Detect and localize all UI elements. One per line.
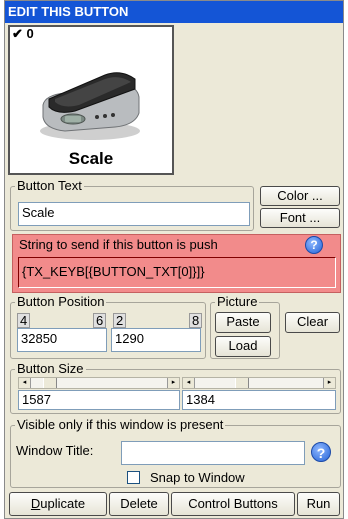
run-button[interactable]: Run <box>297 492 340 516</box>
height-slider-thumb[interactable] <box>235 378 249 388</box>
picture-legend: Picture <box>217 294 258 309</box>
width-slider-thumb[interactable] <box>43 378 57 388</box>
width-input[interactable]: 1587 <box>18 390 180 410</box>
snap-to-window-label[interactable]: Snap to Window <box>150 470 245 485</box>
snap-to-window-checkbox[interactable] <box>127 471 140 484</box>
height-input[interactable]: 1384 <box>182 390 336 410</box>
window-title-label: Window Title: <box>16 443 94 458</box>
clear-button[interactable]: Clear <box>285 312 340 333</box>
delete-button[interactable]: Delete <box>109 492 169 516</box>
width-slider-left-arrow[interactable]: ◂ <box>19 378 31 388</box>
push-string-legend: String to send if this button is push <box>19 237 218 252</box>
panel-title: EDIT THIS BUTTON <box>5 1 343 23</box>
push-string-input[interactable]: {TX_KEYB[{BUTTON_TXT[0]}]} <box>18 257 336 288</box>
position-spin-6[interactable]: 6 <box>93 313 107 328</box>
font-button[interactable]: Font ... <box>260 208 340 228</box>
width-slider-right-arrow[interactable]: ▸ <box>167 378 179 388</box>
position-spin-4[interactable]: 4 <box>17 313 31 328</box>
height-slider-right-arrow[interactable]: ▸ <box>323 378 335 388</box>
button-position-legend: Button Position <box>17 294 105 309</box>
position-spin-2[interactable]: 2 <box>113 313 127 328</box>
button-text-input[interactable]: Scale <box>18 202 250 226</box>
help-icon[interactable]: ? <box>305 236 323 254</box>
preview-label: Scale <box>68 149 114 168</box>
duplicate-accelerator: D <box>30 496 41 511</box>
load-button[interactable]: Load <box>215 336 271 357</box>
duplicate-button[interactable]: Duplicate <box>9 492 107 516</box>
scale-image <box>40 72 140 140</box>
position-y-input[interactable]: 1290 <box>111 328 201 352</box>
visibility-legend: Visible only if this window is present <box>17 417 224 432</box>
edit-button-panel: EDIT THIS BUTTON ✔ 0 Scale Button Text S… <box>4 0 344 519</box>
position-spin-8[interactable]: 8 <box>189 313 203 328</box>
push-string-section: String to send if this button is push ? … <box>12 234 341 293</box>
height-slider-left-arrow[interactable]: ◂ <box>183 378 195 388</box>
height-slider[interactable]: ◂ ▸ <box>182 377 336 389</box>
window-help-icon[interactable]: ? <box>311 442 331 462</box>
control-buttons-button[interactable]: Control Buttons <box>171 492 295 516</box>
window-title-input[interactable] <box>121 441 305 465</box>
button-text-legend: Button Text <box>17 178 82 193</box>
position-x-input[interactable]: 32850 <box>17 328 107 352</box>
width-slider[interactable]: ◂ ▸ <box>18 377 180 389</box>
paste-button[interactable]: Paste <box>215 312 271 333</box>
button-preview[interactable]: ✔ 0 Scale <box>8 25 174 175</box>
button-size-legend: Button Size <box>17 361 84 376</box>
preview-count: ✔ 0 <box>12 26 34 41</box>
color-button[interactable]: Color ... <box>260 186 340 206</box>
duplicate-label: uplicate <box>40 496 86 511</box>
